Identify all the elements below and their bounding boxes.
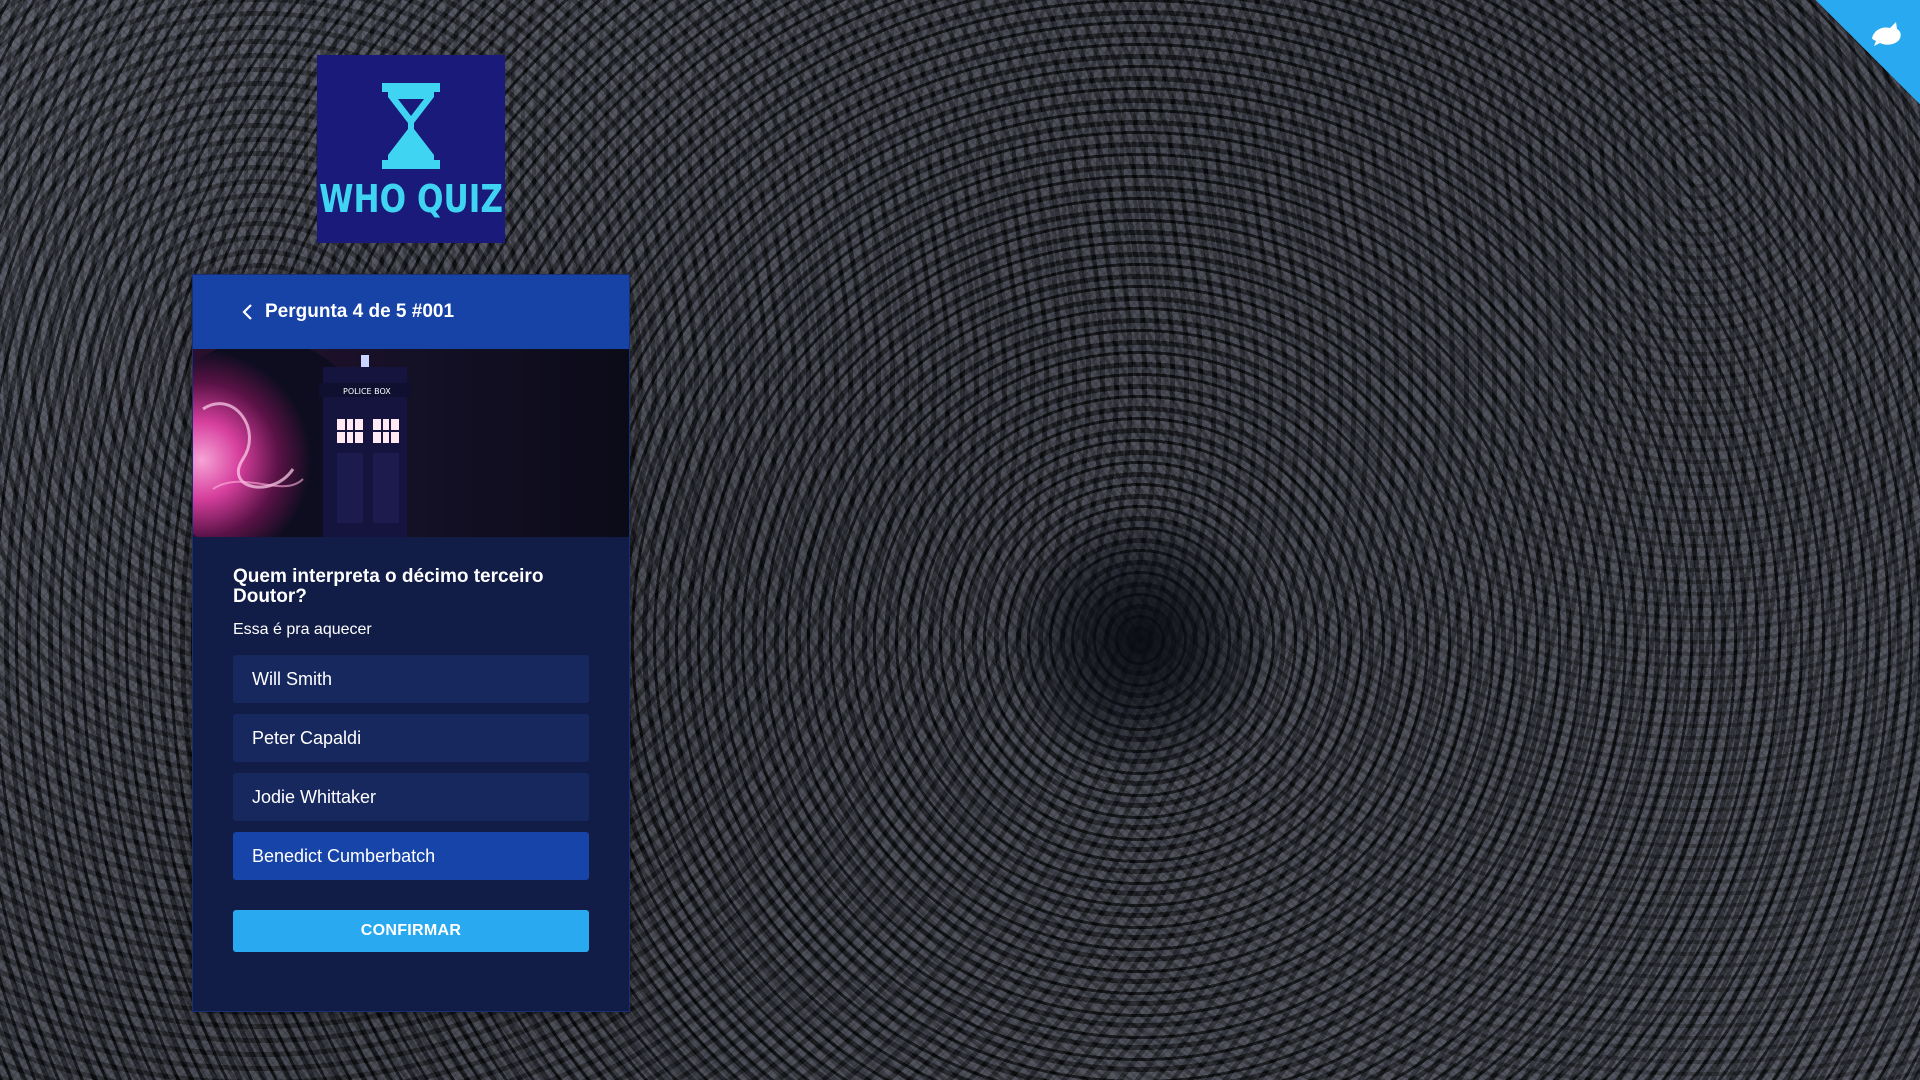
answer-option-selected[interactable]: Benedict Cumberbatch <box>233 832 589 880</box>
confirm-button[interactable]: CONFIRMAR <box>233 910 589 952</box>
question-body: Quem interpreta o décimo terceiro Doutor… <box>193 537 629 952</box>
hourglass-icon <box>382 83 440 169</box>
chevron-left-icon[interactable] <box>241 303 255 321</box>
answer-option-label: Will Smith <box>252 668 332 689</box>
question-hint: Essa é pra aquecer <box>233 621 372 638</box>
answer-option-label: Peter Capaldi <box>252 727 362 748</box>
question-text: Quem interpreta o décimo terceiro Doutor… <box>233 566 544 607</box>
svg-text:POLICE BOX: POLICE BOX <box>343 387 391 396</box>
answer-option[interactable]: Jodie Whittaker <box>233 773 589 821</box>
tardis-image: POLICE BOX <box>193 349 629 537</box>
who-quiz-logo: WHO QUIZ <box>317 55 505 243</box>
answer-option[interactable]: Will Smith <box>233 655 589 703</box>
corner-badge[interactable] <box>1816 0 1920 104</box>
question-counter: Pergunta 4 de 5 #001 <box>265 301 455 322</box>
quiz-card: Pergunta 4 de 5 #001 POLICE BOX Quem int… <box>192 274 630 1012</box>
answer-option-label: Benedict Cumberbatch <box>252 845 436 866</box>
answer-option[interactable]: Peter Capaldi <box>233 714 589 762</box>
question-header: Pergunta 4 de 5 #001 <box>193 275 629 349</box>
answer-option-label: Jodie Whittaker <box>252 786 377 807</box>
bird-icon <box>1872 22 1901 46</box>
logo-text: WHO QUIZ <box>319 177 503 221</box>
